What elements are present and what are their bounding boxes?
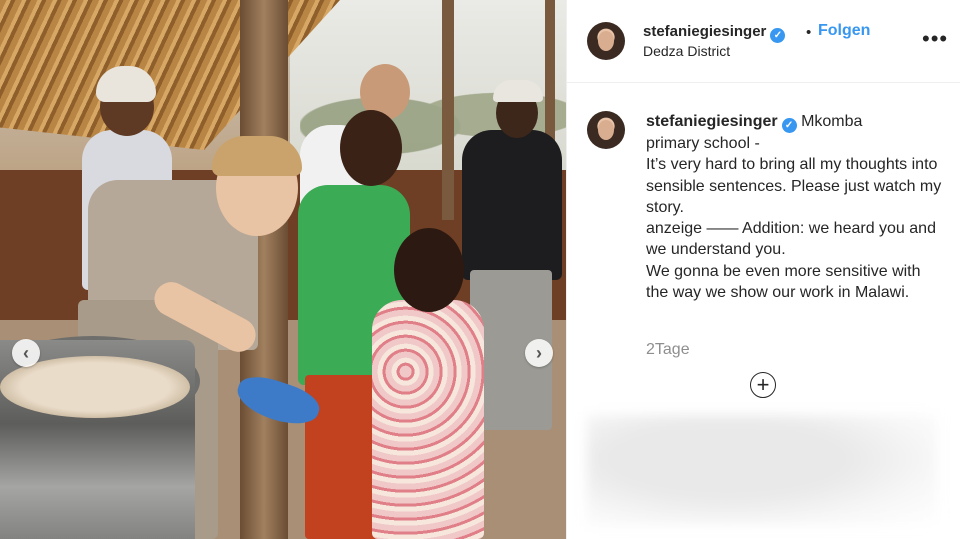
plus-circle-icon[interactable]: + [750,372,776,398]
photo-thatched-roof [0,0,340,150]
caption-username-text: stefaniegiesinger [646,113,778,130]
post-caption: stefaniegiesinger ✓ Mkomba primary school… [646,111,946,303]
more-options-icon[interactable]: ••• [922,28,948,50]
verified-badge-icon: ✓ [781,118,797,133]
carousel-next-button[interactable]: › [525,339,553,367]
caption-avatar[interactable] [587,111,625,149]
separator-dot: • [806,24,812,41]
post-header: stefaniegiesinger ✓ • Folgen Dedza Distri… [567,0,960,83]
avatar[interactable] [587,22,625,60]
verified-badge-icon: ✓ [770,28,786,43]
carousel-prev-button[interactable]: ‹ [12,339,40,367]
caption-text: Mkomba primary school - It’s very hard t… [646,113,942,302]
blurred-comment-area [587,415,937,525]
photo-wooden-pole [442,0,454,220]
follow-button[interactable]: Folgen [818,22,870,40]
post-photo[interactable]: ‹ › [0,0,566,539]
header-username[interactable]: stefaniegiesinger ✓ [643,23,786,43]
chevron-left-icon: ‹ [23,343,29,363]
caption-username[interactable]: stefaniegiesinger ✓ [646,113,797,133]
post-side-panel: stefaniegiesinger ✓ • Folgen Dedza Distri… [566,0,960,539]
chevron-right-icon: › [536,343,542,363]
location-link[interactable]: Dedza District [643,43,730,59]
post-timestamp[interactable]: 2Tage [646,341,690,359]
username-text: stefaniegiesinger [643,23,767,40]
